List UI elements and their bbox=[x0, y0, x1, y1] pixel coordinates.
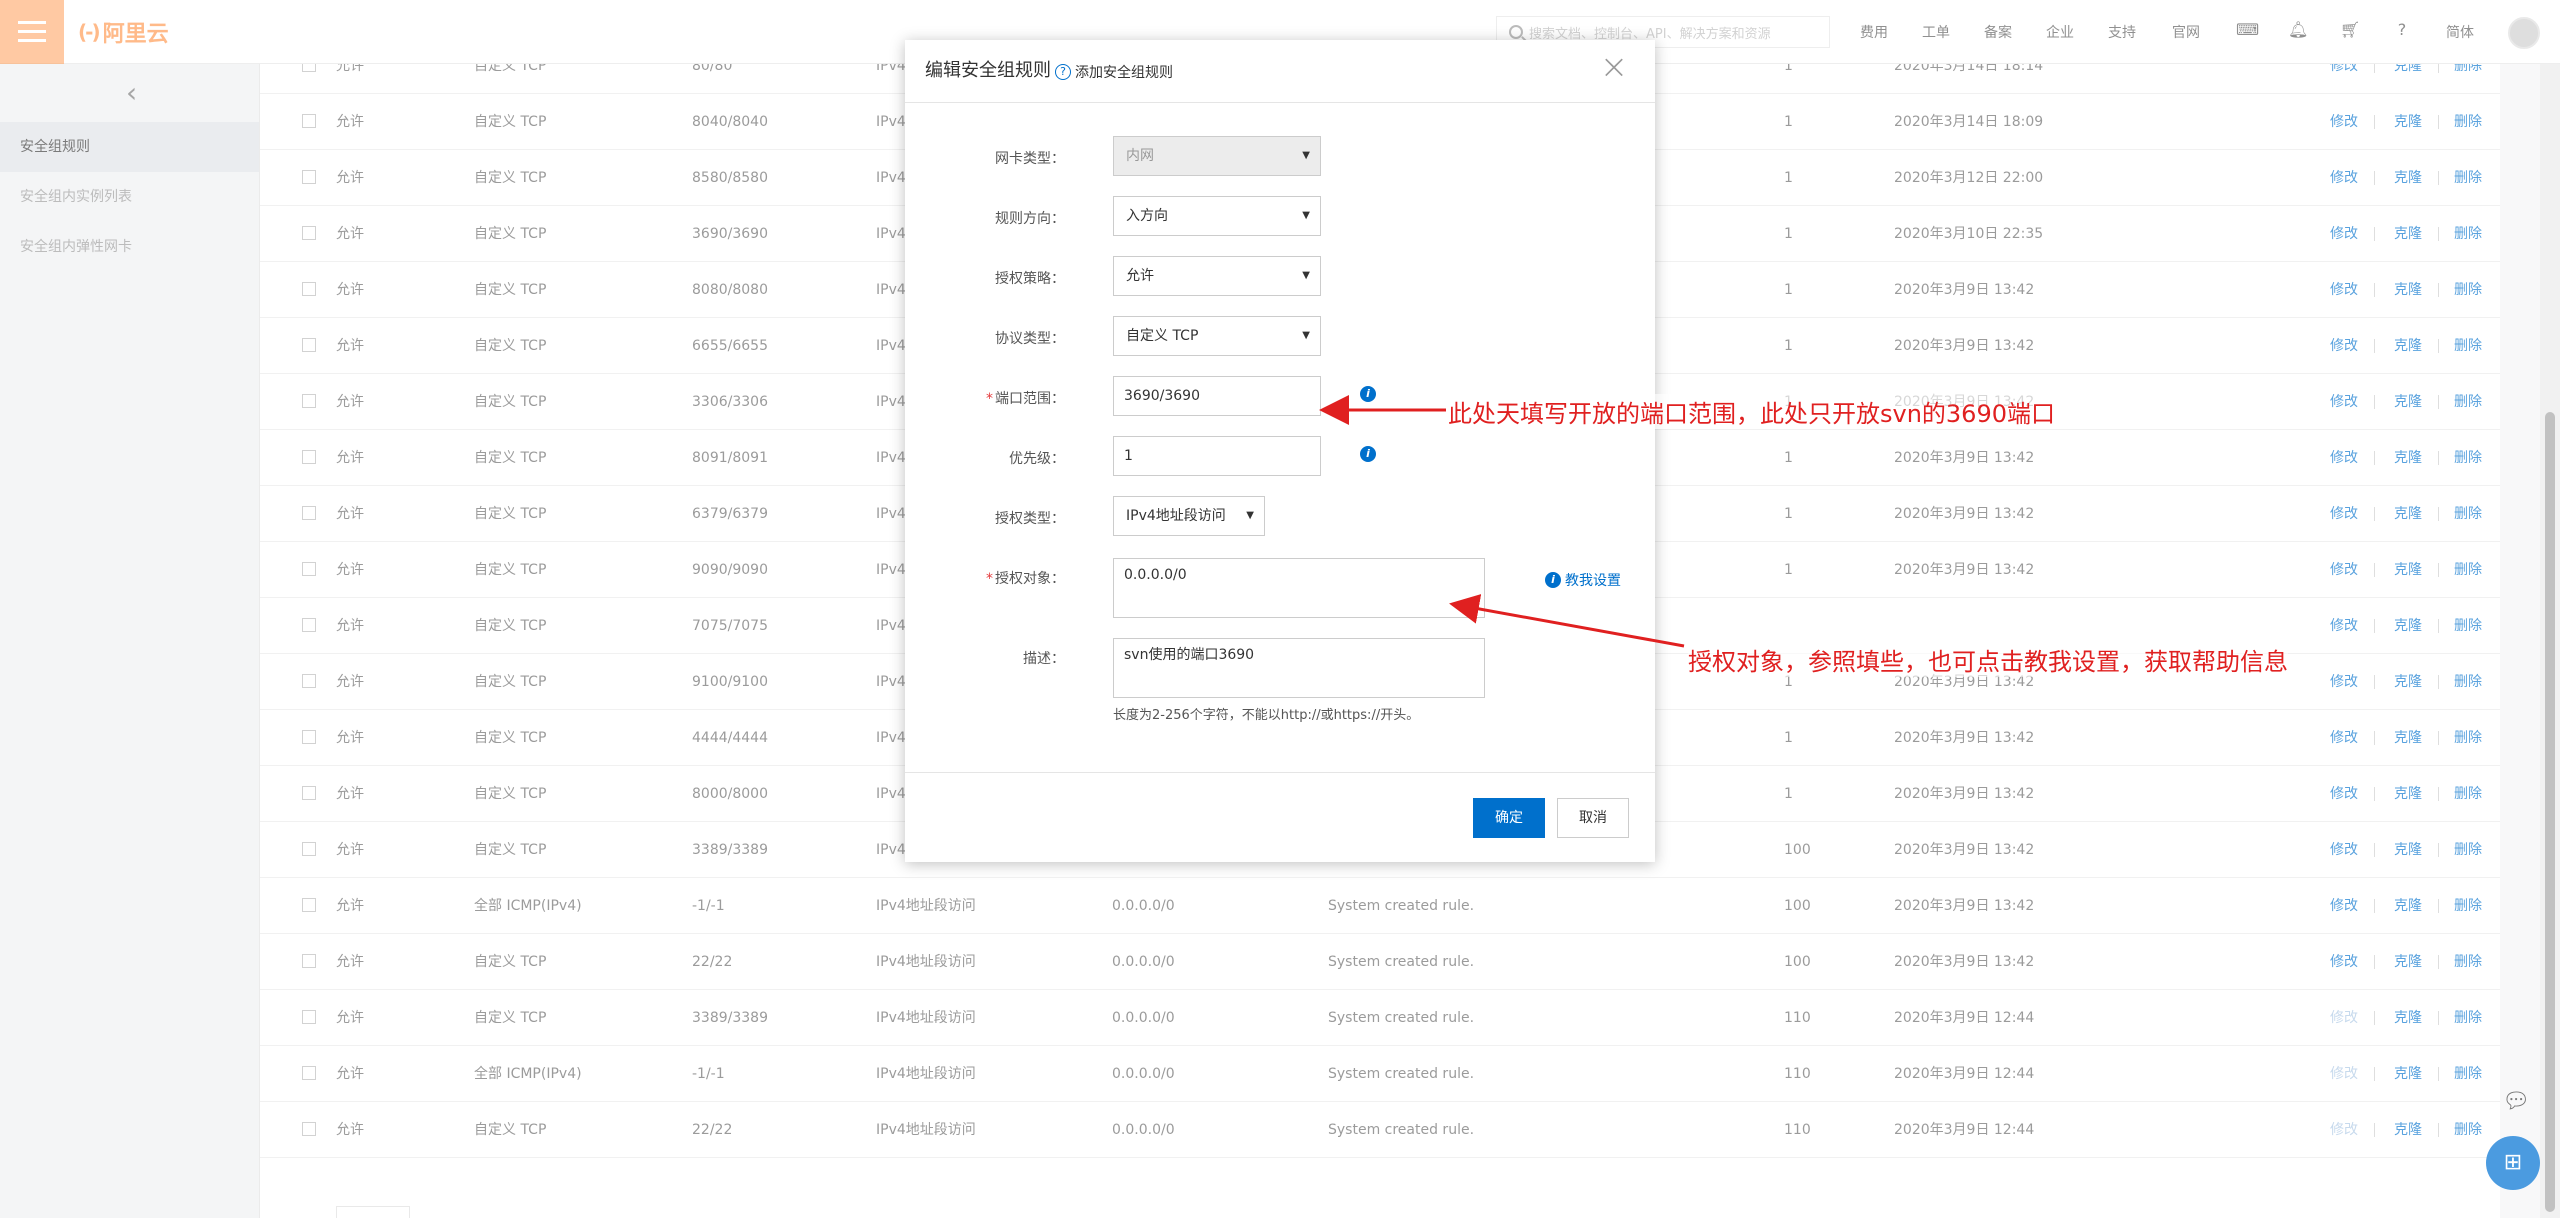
port-range-annotation: 此处天填写开放的端口范围，此处只开放svn的3690端口 bbox=[1448, 394, 2055, 429]
description-label: 描述： bbox=[1023, 651, 1065, 667]
chevron-down-icon: ▼ bbox=[1302, 150, 1310, 161]
question-icon: ? bbox=[1055, 64, 1071, 80]
auth-type-select[interactable]: IPv4地址段访问 ▼ bbox=[1113, 496, 1265, 536]
chevron-down-icon: ▼ bbox=[1302, 270, 1310, 281]
apps-grid-icon[interactable]: ⊞ bbox=[2486, 1136, 2540, 1190]
description-hint: 长度为2-256个字符，不能以http://或https://开头。 bbox=[1113, 708, 1420, 723]
confirm-button[interactable]: 确定 bbox=[1473, 798, 1545, 838]
protocol-select[interactable]: 自定义 TCP ▼ bbox=[1113, 316, 1321, 356]
auth-object-annotation: 授权对象，参照填些，也可点击教我设置，获取帮助信息 bbox=[1688, 642, 2288, 677]
nic-type-select[interactable]: 内网 ▼ bbox=[1113, 136, 1321, 176]
chevron-down-icon: ▼ bbox=[1246, 510, 1254, 521]
port-range-label: * 端口范围： bbox=[986, 391, 1065, 407]
help-link-text: 添加安全组规则 bbox=[1075, 65, 1173, 81]
auth-type-label: 授权类型： bbox=[995, 511, 1065, 527]
policy-label: 授权策略： bbox=[995, 271, 1065, 287]
nic-type-label: 网卡类型： bbox=[995, 151, 1065, 167]
protocol-label: 协议类型： bbox=[995, 331, 1065, 347]
info-icon[interactable]: i bbox=[1360, 386, 1376, 402]
priority-input[interactable]: 1 bbox=[1113, 436, 1321, 476]
divider bbox=[905, 102, 1655, 103]
description-textarea[interactable]: svn使用的端口3690 bbox=[1113, 638, 1485, 698]
chevron-down-icon: ▼ bbox=[1302, 210, 1310, 221]
auth-object-label: * 授权对象： bbox=[986, 571, 1065, 587]
direction-select[interactable]: 入方向 ▼ bbox=[1113, 196, 1321, 236]
info-icon: i bbox=[1545, 572, 1561, 588]
teach-link-text: 教我设置 bbox=[1565, 573, 1621, 589]
teach-me-link[interactable]: i 教我设置 bbox=[1545, 570, 1621, 590]
port-range-input[interactable]: 3690/3690 bbox=[1113, 376, 1321, 416]
add-rule-help-link[interactable]: ? 添加安全组规则 bbox=[1055, 62, 1173, 82]
close-icon[interactable]: × bbox=[1597, 50, 1631, 84]
scrollbar-thumb[interactable] bbox=[2545, 412, 2555, 1212]
divider bbox=[905, 772, 1655, 773]
chat-icon[interactable]: 💬︎ bbox=[2496, 1082, 2536, 1122]
cancel-button[interactable]: 取消 bbox=[1557, 798, 1629, 838]
scrollbar[interactable] bbox=[2540, 64, 2560, 1218]
policy-select[interactable]: 允许 ▼ bbox=[1113, 256, 1321, 296]
dialog-title: 编辑安全组规则 bbox=[925, 60, 1051, 81]
auth-object-textarea[interactable]: 0.0.0.0/0 bbox=[1113, 558, 1485, 618]
direction-label: 规则方向： bbox=[995, 211, 1065, 227]
chevron-down-icon: ▼ bbox=[1302, 330, 1310, 341]
info-icon[interactable]: i bbox=[1360, 446, 1376, 462]
edit-rule-dialog: 编辑安全组规则 ? 添加安全组规则 × 网卡类型： 内网 ▼ 规则方向： 入方向 ▼… bbox=[905, 40, 1655, 862]
priority-label: 优先级： bbox=[1009, 451, 1065, 467]
